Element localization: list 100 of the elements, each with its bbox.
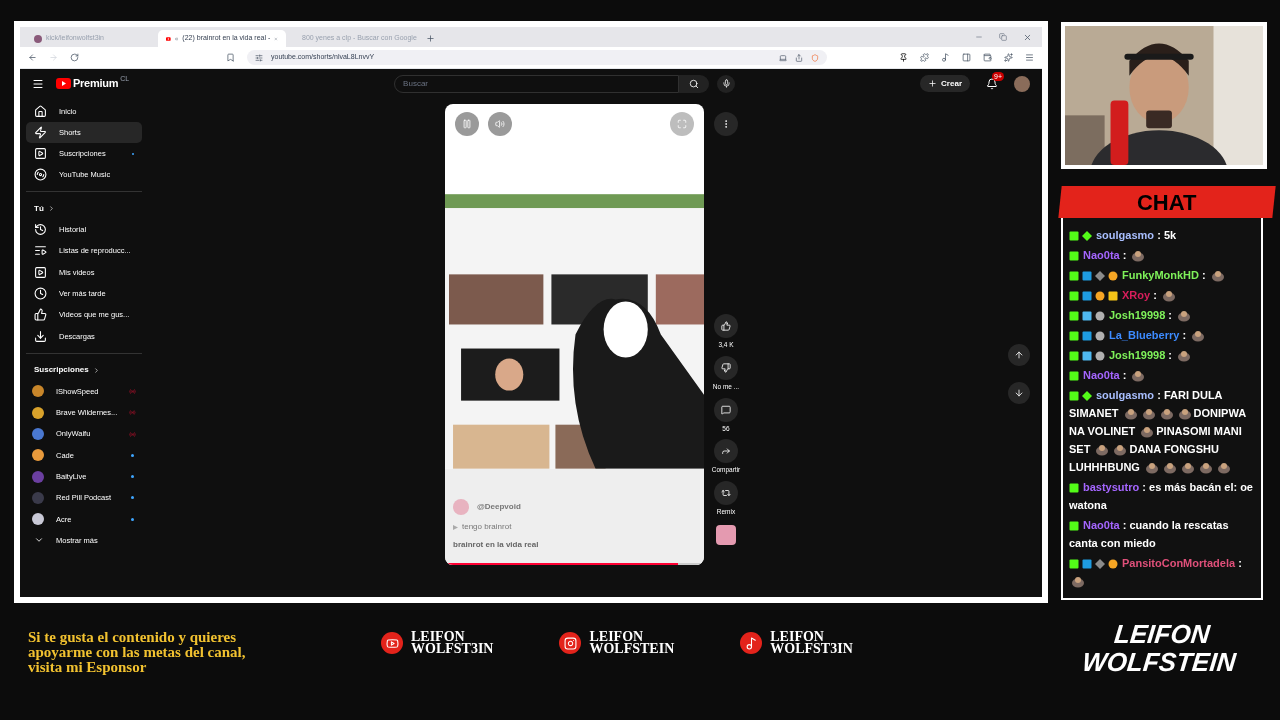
social-handle: LEIFON WOLFSTEIN bbox=[589, 631, 675, 655]
new-tab-icon[interactable] bbox=[426, 34, 435, 43]
live-icon bbox=[129, 387, 136, 395]
music-note-icon[interactable] bbox=[941, 53, 950, 62]
kick-badge-icon bbox=[1069, 371, 1079, 382]
chat-username[interactable]: Nao0ta bbox=[1083, 519, 1120, 531]
sound-thumbnail[interactable] bbox=[716, 524, 736, 545]
section-heading: Tú bbox=[34, 202, 44, 215]
chat-username[interactable]: FunkyMonkHD bbox=[1122, 269, 1199, 281]
dislike-button[interactable] bbox=[714, 355, 738, 380]
emote-icon bbox=[1144, 462, 1159, 475]
sidebar-icon[interactable] bbox=[962, 53, 971, 62]
remix-icon bbox=[721, 488, 731, 498]
sparkle-icon[interactable] bbox=[1004, 53, 1013, 62]
emote-icon bbox=[1210, 270, 1225, 283]
social-handle: LEIFON WOLFST3IN bbox=[770, 631, 853, 655]
avatar-icon bbox=[34, 34, 42, 43]
emote-icon bbox=[1123, 408, 1138, 421]
more-button[interactable] bbox=[714, 112, 738, 136]
emote-icon bbox=[1180, 462, 1195, 475]
cube-badge-icon bbox=[1082, 311, 1092, 322]
clock-icon bbox=[34, 287, 47, 301]
section-heading: Suscripciones bbox=[34, 364, 89, 377]
search-icon bbox=[689, 78, 700, 89]
emote-icon bbox=[1177, 310, 1192, 323]
emote-icon bbox=[1191, 330, 1206, 343]
laptop-icon[interactable] bbox=[779, 53, 787, 62]
mic-icon bbox=[721, 79, 731, 88]
thumbs-up-icon bbox=[721, 321, 731, 331]
disc-icon bbox=[34, 168, 47, 181]
chat-username[interactable]: La_Blueberry bbox=[1109, 329, 1180, 341]
remix-button[interactable] bbox=[714, 481, 738, 505]
kick-badge-icon bbox=[1069, 231, 1079, 242]
bell-icon[interactable] bbox=[986, 77, 998, 90]
emote-icon bbox=[1177, 350, 1192, 363]
chat-username[interactable]: Nao0ta bbox=[1083, 369, 1120, 381]
emote-icon bbox=[1161, 290, 1176, 303]
chat-message: FunkyMonkHD : bbox=[1069, 266, 1255, 284]
chat-username[interactable]: soulgasmo bbox=[1096, 229, 1155, 241]
hammer-badge-icon bbox=[1082, 291, 1092, 302]
search-button[interactable] bbox=[679, 74, 710, 93]
emote-icon bbox=[1131, 370, 1146, 383]
chat-username[interactable]: XRoy bbox=[1122, 289, 1151, 301]
crown-badge-icon bbox=[1108, 291, 1118, 302]
like-button[interactable] bbox=[714, 314, 738, 338]
menu-icon[interactable] bbox=[32, 77, 44, 90]
comments-button[interactable] bbox=[714, 397, 738, 422]
logo-text: Premium bbox=[73, 76, 119, 92]
create-button[interactable]: Crear bbox=[920, 75, 970, 92]
plus-icon bbox=[928, 79, 938, 88]
chat-username[interactable]: Josh19998 bbox=[1109, 349, 1166, 361]
back-icon[interactable] bbox=[28, 53, 37, 62]
speaker-icon bbox=[174, 34, 179, 43]
play-square-icon bbox=[34, 147, 47, 160]
extensions-icon[interactable] bbox=[920, 53, 929, 62]
chat-message: Nao0ta : cuando la rescatas canta con miedo bbox=[1069, 518, 1230, 551]
song-title[interactable]: tengo brainrot bbox=[462, 521, 512, 533]
share-icon bbox=[721, 446, 731, 457]
pin-icon[interactable] bbox=[899, 53, 908, 62]
chat-username[interactable]: PansitoConMortadela bbox=[1122, 557, 1236, 569]
kick-badge-icon bbox=[1069, 391, 1079, 402]
comment-icon bbox=[721, 404, 731, 415]
next-button[interactable] bbox=[1008, 382, 1030, 404]
share-button[interactable] bbox=[714, 439, 738, 464]
avatar[interactable] bbox=[1014, 75, 1030, 92]
chat-message: PansitoConMortadela : bbox=[1069, 554, 1255, 590]
reload-icon[interactable] bbox=[70, 53, 79, 62]
close-icon[interactable] bbox=[1023, 33, 1032, 42]
emote-icon bbox=[1216, 462, 1231, 475]
live-icon bbox=[129, 409, 136, 417]
kick-badge-icon bbox=[1069, 311, 1079, 322]
channel-name[interactable]: @Deepvoid bbox=[477, 501, 521, 513]
wallet-icon[interactable] bbox=[983, 53, 992, 62]
mic-button[interactable] bbox=[717, 74, 736, 93]
previous-button[interactable] bbox=[1008, 344, 1030, 366]
site-settings-icon[interactable] bbox=[255, 53, 263, 62]
skull-badge-icon bbox=[1095, 311, 1105, 322]
sponsor-text: Si te gusta el contenido y quieres apoyarme con las metas del canal, visita mi Esponsor bbox=[28, 630, 247, 675]
emote-icon bbox=[1113, 444, 1128, 457]
kick-badge-icon bbox=[1069, 521, 1079, 532]
bookmark-icon[interactable] bbox=[226, 53, 235, 62]
chat-username[interactable]: Nao0ta bbox=[1083, 249, 1120, 261]
chat-username[interactable]: bastysutro bbox=[1083, 481, 1140, 493]
thumbs-up-icon bbox=[34, 308, 47, 322]
speaker-icon bbox=[495, 119, 505, 129]
share-icon[interactable] bbox=[795, 53, 803, 62]
chat-message: XRoy : bbox=[1069, 286, 1255, 304]
chat-username[interactable]: soulgasmo bbox=[1096, 389, 1155, 401]
play-icon bbox=[453, 524, 458, 530]
play-square-icon bbox=[34, 265, 47, 279]
emote-icon bbox=[1177, 408, 1192, 421]
chat-title: CHAT bbox=[1137, 188, 1197, 217]
history-icon bbox=[34, 223, 47, 237]
lightning-icon bbox=[34, 126, 47, 139]
chat-username[interactable]: Josh19998 bbox=[1109, 309, 1166, 321]
social-handle: LEIFON WOLFST3IN bbox=[411, 631, 494, 655]
kick-badge-icon bbox=[1069, 483, 1079, 494]
cube-badge-icon bbox=[1082, 351, 1092, 362]
emote-icon bbox=[1071, 576, 1085, 589]
fullscreen-icon bbox=[677, 119, 687, 129]
